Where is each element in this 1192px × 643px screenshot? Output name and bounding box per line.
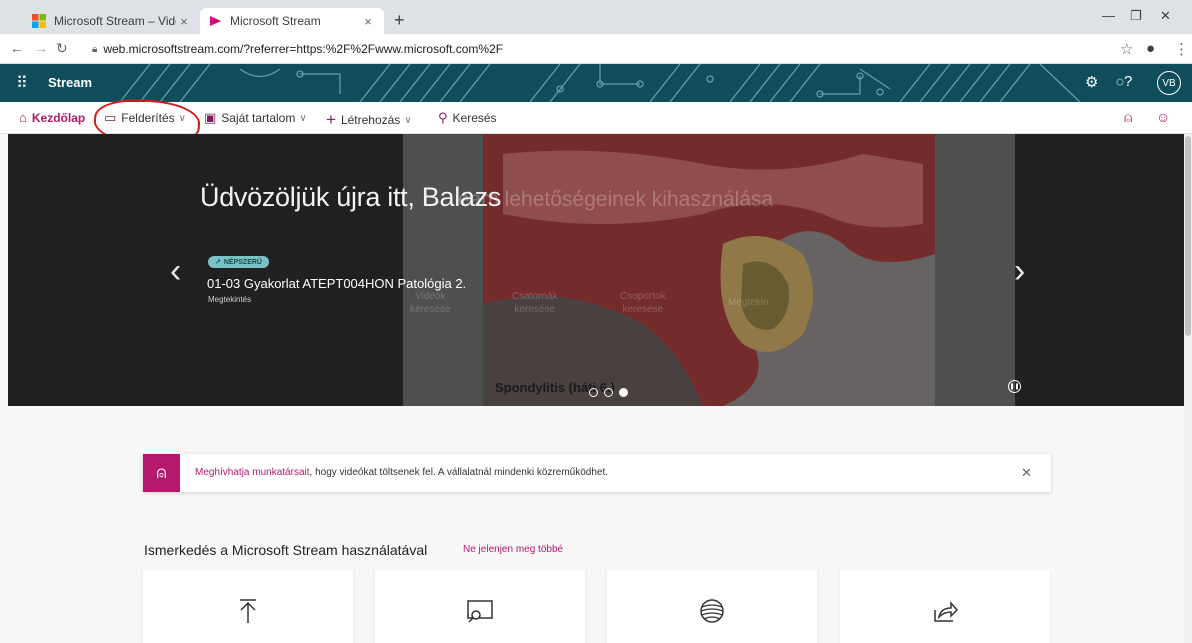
featured-video-subtitle: Megtekintés — [208, 295, 252, 304]
invite-link[interactable]: Meghívhatja munkatársait — [195, 467, 310, 478]
card-globe[interactable] — [607, 570, 817, 643]
profile-icon[interactable]: ● — [1146, 40, 1155, 57]
ghost-link-groups: Csoportok keresése — [620, 290, 666, 316]
back-icon[interactable]: ← — [10, 40, 24, 56]
nav-my-content-label: Saját tartalom — [221, 111, 296, 125]
address-bar: ← → ↻ 🔒︎ web.microsoftstream.com/?referr… — [0, 34, 1192, 64]
invite-message: Meghívhatja munkatársait, hogy videókat … — [195, 467, 608, 478]
menu-kebab-icon[interactable]: ⋮ — [1174, 40, 1189, 58]
nav-search[interactable]: ⚲ Keresés — [438, 110, 497, 126]
ghost-line: Megtekin — [728, 297, 769, 308]
my-content-icon: ▣ — [204, 110, 217, 125]
url-field[interactable]: 🔒︎ web.microsoftstream.com/?referrer=htt… — [92, 38, 1112, 60]
explore-icon — [467, 600, 493, 623]
stream-header: ⠿ Stream ⚙ ? VB — [0, 64, 1192, 102]
lock-icon: 🔒︎ — [92, 43, 98, 55]
minimize-icon[interactable]: — — [1102, 8, 1115, 23]
search-icon: ⚲ — [438, 110, 448, 125]
reload-icon[interactable]: ↻ — [56, 40, 68, 57]
getting-started-heading: Ismerkedés a Microsoft Stream használatá… — [144, 542, 428, 558]
ghost-line: Csoportok — [620, 291, 666, 302]
avatar[interactable]: VB — [1157, 71, 1181, 95]
nav-create-label: Létrehozás — [340, 113, 401, 127]
waffle-icon[interactable]: ⠿ — [16, 73, 28, 93]
carousel-dot-2[interactable] — [604, 388, 613, 397]
share-icon — [934, 600, 958, 622]
carousel-prev-icon[interactable]: ‹ — [170, 252, 181, 291]
ghost-line: keresése — [514, 304, 556, 315]
pause-icon[interactable]: ❚❚ — [1008, 380, 1021, 393]
card-upload[interactable] — [143, 570, 353, 643]
card-share[interactable] — [840, 570, 1050, 643]
page-scrollbar[interactable] — [1184, 134, 1192, 643]
home-icon: ⌂ — [19, 110, 27, 125]
gear-icon[interactable]: ⚙ — [1085, 73, 1098, 91]
carousel-dot-1[interactable] — [589, 388, 598, 397]
nav-home[interactable]: ⌂ Kezdőlap — [19, 110, 85, 125]
nav-create[interactable]: + Létrehozás ∨ — [326, 110, 412, 130]
invite-message-text: , hogy videókat töltsenek fel. A vállala… — [309, 467, 609, 478]
hero-ghost-text: eam lehetőségeinek kihasználása — [458, 188, 774, 211]
person-icon[interactable]: ⍝ — [1124, 109, 1132, 126]
card-explore[interactable] — [375, 570, 585, 643]
ghost-line: keresése — [622, 304, 664, 315]
dismiss-link[interactable]: Ne jelenjen meg többé — [463, 544, 563, 555]
microsoft-logo-icon — [32, 14, 46, 28]
carousel-next-icon[interactable]: › — [1014, 252, 1025, 291]
ghost-link-channels: Csatornák keresése — [512, 290, 558, 316]
chevron-down-icon: ∨ — [299, 112, 307, 124]
forward-icon[interactable]: → — [34, 40, 48, 56]
url-text: web.microsoftstream.com/?referrer=https:… — [103, 42, 504, 56]
welcome-heading: Üdvözöljük újra itt, Balazs — [200, 182, 502, 212]
scrollbar-thumb[interactable] — [1185, 136, 1191, 336]
globe-icon — [700, 599, 724, 623]
tab-microsoft-stream-video[interactable]: Microsoft Stream – Videómegosz × — [24, 8, 200, 34]
maximize-icon[interactable]: ❐ — [1130, 8, 1142, 24]
tab-strip: Microsoft Stream – Videómegosz × Microso… — [0, 0, 1192, 34]
add-person-icon: ⍝ — [143, 454, 180, 492]
nav-home-label: Kezdőlap — [31, 110, 86, 125]
nav-my-content[interactable]: ▣ Saját tartalom ∨ — [204, 110, 307, 126]
plus-icon: + — [326, 110, 336, 129]
stream-logo-icon — [210, 16, 221, 26]
trending-icon: ↗ — [215, 259, 221, 266]
ghost-line: Videók — [415, 291, 446, 302]
ghost-line: keresése — [410, 304, 451, 315]
feedback-smiley-icon[interactable]: ☺ — [1156, 109, 1170, 125]
tab-title: Microsoft Stream – Videómegosz — [54, 14, 176, 28]
carousel-dot-3-active[interactable] — [619, 388, 628, 397]
tab-title: Microsoft Stream — [230, 14, 321, 28]
hero-carousel: eam lehetőségeinek kihasználása Üdvözölj… — [8, 134, 1184, 406]
featured-video-title[interactable]: 01-03 Gyakorlat ATEPT004HON Patológia 2. — [207, 276, 466, 291]
ghost-line: Csatornák — [512, 291, 558, 302]
close-icon[interactable]: ✕ — [1021, 465, 1032, 481]
help-icon[interactable]: ? — [1124, 73, 1132, 90]
upload-icon — [240, 599, 256, 623]
invite-banner: ⍝ Meghívhatja munkatársait, hogy videóka… — [143, 454, 1051, 492]
nav-search-label: Keresés — [452, 111, 497, 125]
tab-close-icon[interactable]: × — [176, 14, 192, 29]
popular-badge-label: NÉPSZERŰ — [223, 258, 262, 266]
chevron-down-icon: ∨ — [404, 114, 412, 126]
tab-microsoft-stream[interactable]: Microsoft Stream × — [200, 8, 384, 34]
hero-video-thumbnail[interactable] — [403, 134, 1015, 406]
tab-close-icon[interactable]: × — [360, 14, 376, 29]
ghost-link-videos: Videók keresése — [410, 290, 451, 316]
ghost-link-watch: Megtekin — [728, 296, 769, 309]
new-tab-button[interactable]: + — [394, 10, 405, 31]
header-circuit-pattern — [119, 64, 1124, 102]
pathology-image — [403, 134, 1015, 406]
browser-window: Microsoft Stream – Videómegosz × Microso… — [0, 0, 1192, 643]
popular-badge: ↗ NÉPSZERŰ — [208, 256, 269, 268]
close-window-icon[interactable]: ✕ — [1160, 8, 1171, 24]
bookmark-star-icon[interactable]: ☆ — [1120, 40, 1133, 58]
brand-name[interactable]: Stream — [48, 75, 92, 90]
